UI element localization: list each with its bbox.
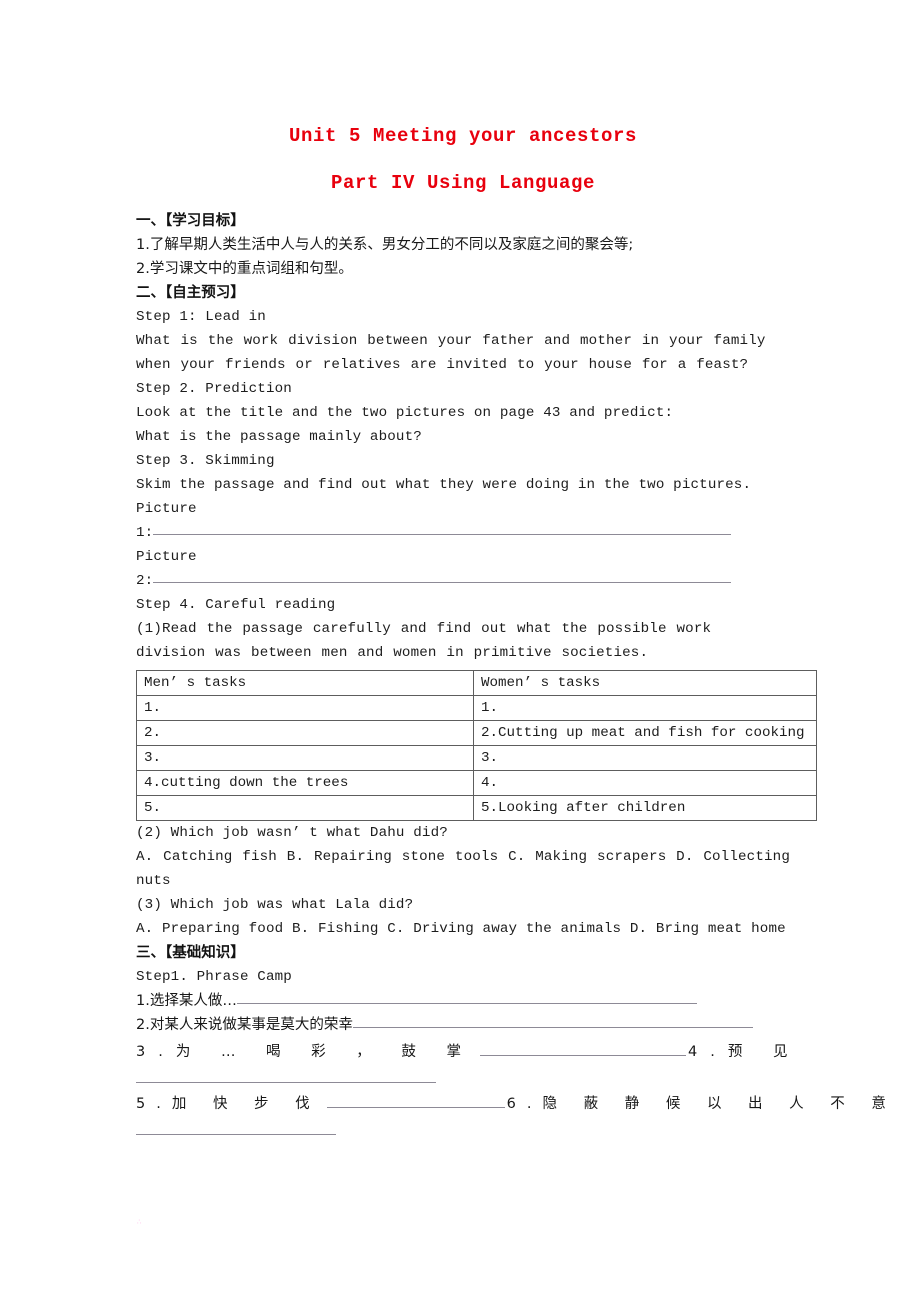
phrase-5-text: 加 快 步 伐 bbox=[171, 1096, 321, 1112]
mens-task-3[interactable]: 3. bbox=[136, 745, 474, 771]
scan-artifact-mark: ∴ bbox=[137, 1218, 142, 1226]
phrase-4-number: 4. bbox=[688, 1044, 728, 1060]
question-3-options[interactable]: A. Preparing food B. Fishing C. Driving … bbox=[136, 917, 790, 941]
womens-task-2[interactable]: 2.Cutting up meat and fish for cooking bbox=[473, 720, 817, 746]
step3-label: Step 3. Skimming bbox=[136, 453, 275, 469]
step3-line-1: Skim the passage and find out what they … bbox=[136, 477, 752, 493]
preview-heading: 二、【自主预习】 bbox=[136, 285, 245, 301]
mens-task-4[interactable]: 4.cutting down the trees bbox=[136, 770, 474, 796]
mens-task-2[interactable]: 2. bbox=[136, 720, 474, 746]
table-row: 5. 5.Looking after children bbox=[136, 795, 817, 821]
question-3: (3) Which job was what Lala did? A. Prep… bbox=[136, 893, 790, 941]
picture2-answer-blank[interactable] bbox=[153, 569, 732, 583]
step2-line-1: Look at the title and the two pictures o… bbox=[136, 405, 674, 421]
phrase-row-1: 1.选择某人做… bbox=[136, 989, 790, 1013]
document-page: Unit 5 Meeting your ancestors Part IV Us… bbox=[0, 0, 920, 1302]
womens-task-3[interactable]: 3. bbox=[473, 745, 817, 771]
phrase-4-blank[interactable] bbox=[136, 1069, 436, 1083]
phrase-1-text: 选择某人做… bbox=[149, 993, 237, 1009]
document-title-sub: Part IV Using Language bbox=[330, 172, 596, 194]
step1-label: Step 1: Lead in bbox=[136, 309, 266, 325]
question-2-stem: (2) Which job wasn’ t what Dahu did? bbox=[136, 825, 448, 841]
step1-question: What is the work division between your f… bbox=[136, 333, 766, 373]
womens-task-1[interactable]: 1. bbox=[473, 695, 817, 721]
womens-task-4[interactable]: 4. bbox=[473, 770, 817, 796]
phrase-1-number: 1. bbox=[136, 993, 150, 1009]
phrase-4-text: 预 见 bbox=[727, 1044, 801, 1060]
picture1-number: 1: bbox=[136, 525, 154, 541]
phrase-2-text: 对某人来说做某事是莫大的荣幸 bbox=[149, 1017, 353, 1033]
mens-task-1[interactable]: 1. bbox=[136, 695, 474, 721]
phrase-3-text: 为 … 喝 彩 ， 鼓 掌 bbox=[175, 1044, 474, 1060]
section-basic-knowledge: 三、【基础知识】 Step1. Phrase Camp 1.选择某人做… 2.对… bbox=[136, 941, 886, 1141]
mens-task-5[interactable]: 5. bbox=[136, 795, 474, 821]
step2-line-2: What is the passage mainly about? bbox=[136, 429, 422, 445]
objective-item-1: 1.了解早期人类生活中人与人的关系、男女分工的不同以及家庭之间的聚会等; bbox=[136, 237, 634, 253]
step2-label: Step 2. Prediction bbox=[136, 381, 292, 397]
phrase-1-blank[interactable] bbox=[236, 990, 697, 1004]
table-header-row: Men’ s tasks Women’ s tasks bbox=[136, 670, 817, 696]
basics-heading: 三、【基础知识】 bbox=[136, 945, 245, 961]
objectives-heading: 一、【学习目标】 bbox=[136, 213, 245, 229]
table-row: 3. 3. bbox=[136, 745, 817, 771]
phrase-3-number: 3. bbox=[136, 1044, 176, 1060]
picture2-answer-row: 2: bbox=[136, 569, 790, 593]
phrase-row-5-6: 5. 加 快 步 伐 6. 隐 蔽 静 候 以 出 人 不 意 bbox=[136, 1089, 886, 1119]
phrase-camp-label: Step1. Phrase Camp bbox=[136, 969, 292, 985]
table-header-womens-tasks: Women’ s tasks bbox=[473, 670, 817, 696]
table-header-mens-tasks: Men’ s tasks bbox=[136, 670, 474, 696]
picture1-label: Picture bbox=[136, 501, 197, 517]
question-3-stem: (3) Which job was what Lala did? bbox=[136, 897, 414, 913]
table-row: 4.cutting down the trees 4. bbox=[136, 770, 817, 796]
phrase-row-2: 2.对某人来说做某事是莫大的荣幸 bbox=[136, 1013, 790, 1037]
step4-label: Step 4. Careful reading bbox=[136, 597, 336, 613]
womens-task-5[interactable]: 5.Looking after children bbox=[473, 795, 817, 821]
phrase-2-number: 2. bbox=[136, 1017, 150, 1033]
picture1-answer-row: 1: bbox=[136, 521, 790, 545]
picture2-label: Picture bbox=[136, 549, 197, 565]
phrase-5-blank[interactable] bbox=[326, 1094, 505, 1108]
objective-item-2: 2.学习课文中的重点词组和句型。 bbox=[136, 261, 353, 277]
step4-question-1: (1)Read the passage carefully and find o… bbox=[136, 621, 712, 661]
table-row: 1. 1. bbox=[136, 695, 817, 721]
phrase-6-number: 6. bbox=[506, 1096, 543, 1112]
document-body: Unit 5 Meeting your ancestors Part IV Us… bbox=[136, 122, 886, 1141]
question-2: (2) Which job wasn’ t what Dahu did? A. … bbox=[136, 821, 790, 893]
phrase-5-number: 5. bbox=[136, 1096, 172, 1112]
section-learning-objectives: 一、【学习目标】 1.了解早期人类生活中人与人的关系、男女分工的不同以及家庭之间… bbox=[136, 209, 790, 281]
work-division-table: Men’ s tasks Women’ s tasks 1. 1. 2. 2.C… bbox=[136, 670, 817, 821]
question-2-options[interactable]: A. Catching fish B. Repairing stone tool… bbox=[136, 845, 790, 893]
phrase-6-blank[interactable] bbox=[136, 1121, 336, 1135]
section-self-preview: 二、【自主预习】 Step 1: Lead in What is the wor… bbox=[136, 281, 790, 665]
picture2-number: 2: bbox=[136, 573, 154, 589]
document-title-main: Unit 5 Meeting your ancestors bbox=[288, 125, 638, 147]
table-row: 2. 2.Cutting up meat and fish for cookin… bbox=[136, 720, 817, 746]
phrase-row-3-4: 3. 为 … 喝 彩 ， 鼓 掌 4. 预 见 bbox=[136, 1037, 790, 1067]
picture1-answer-blank[interactable] bbox=[153, 521, 732, 535]
phrase-2-blank[interactable] bbox=[352, 1014, 753, 1028]
phrase-3-blank[interactable] bbox=[480, 1042, 686, 1056]
phrase-6-text: 隐 蔽 静 候 以 出 人 不 意 bbox=[542, 1096, 897, 1112]
